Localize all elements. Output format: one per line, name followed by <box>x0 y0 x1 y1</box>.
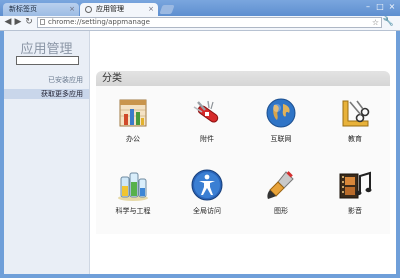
minimize-button[interactable]: – <box>363 2 373 12</box>
reload-button[interactable]: ↻ <box>24 17 34 28</box>
browser-window: 新标签页 × 应用管理 × – □ × ◀ ▶ ↻ chrome://setti… <box>0 0 400 278</box>
maximize-button[interactable]: □ <box>375 2 385 12</box>
main-panel: 分类 办公 附件 互联网 教育 科学与工程 全局访问 图形 影音 <box>90 31 396 274</box>
category-label: 影音 <box>348 207 362 215</box>
category-label: 办公 <box>126 135 140 143</box>
window-bottom-border <box>0 274 400 278</box>
new-tab-button[interactable] <box>159 5 175 14</box>
category-internet[interactable]: 互联网 <box>244 86 318 158</box>
address-bar[interactable]: chrome://setting/appmanage ☆ <box>37 17 382 28</box>
category-label: 全局访问 <box>193 207 221 215</box>
globe-icon <box>266 98 296 128</box>
wrench-menu-icon[interactable]: 🔧 <box>383 17 394 27</box>
paint-brush-icon <box>267 171 294 199</box>
close-window-button[interactable]: × <box>387 2 397 12</box>
category-label: 图形 <box>274 207 288 215</box>
office-chart-icon <box>119 99 147 127</box>
forward-button[interactable]: ▶ <box>13 17 23 28</box>
page-icon <box>40 19 45 25</box>
sidebar: 应用管理 已安装应用 获取更多应用 <box>4 31 90 274</box>
category-education[interactable]: 教育 <box>318 86 392 158</box>
category-label: 教育 <box>348 135 362 143</box>
sidebar-item-installed-apps[interactable]: 已安装应用 <box>4 75 89 85</box>
science-beakers-icon <box>118 172 148 201</box>
section-header: 分类 <box>96 71 390 86</box>
tab-app-manage[interactable]: 应用管理 × <box>80 3 158 16</box>
category-grid: 办公 附件 互联网 教育 科学与工程 全局访问 图形 影音 <box>96 86 390 234</box>
swiss-army-knife-icon <box>193 100 219 123</box>
tab-close-icon[interactable]: × <box>148 3 154 16</box>
browser-toolbar: ◀ ▶ ↻ chrome://setting/appmanage ☆ 🔧 <box>0 16 400 31</box>
page-favicon-icon <box>85 6 92 13</box>
search-input[interactable] <box>16 56 79 65</box>
accessibility-icon <box>191 169 223 201</box>
page-content: 应用管理 已安装应用 获取更多应用 分类 办公 附件 互联网 教育 科学与工程 … <box>4 31 396 274</box>
sidebar-title: 应用管理 <box>20 42 73 57</box>
tab-close-icon[interactable]: × <box>69 3 75 16</box>
category-science-engineering[interactable]: 科学与工程 <box>96 158 170 230</box>
category-label: 科学与工程 <box>115 207 151 215</box>
sidebar-item-get-more-apps[interactable]: 获取更多应用 <box>4 89 89 99</box>
film-music-icon <box>339 171 372 199</box>
category-office[interactable]: 办公 <box>96 86 170 158</box>
tab-label: 新标签页 <box>9 5 37 13</box>
url-text: chrome://setting/appmanage <box>48 18 150 26</box>
tab-new-tab[interactable]: 新标签页 × <box>3 3 79 16</box>
title-bar: 新标签页 × 应用管理 × – □ × <box>0 0 400 16</box>
education-tools-icon <box>342 100 370 127</box>
window-controls: – □ × <box>363 2 397 12</box>
category-accessories[interactable]: 附件 <box>170 86 244 158</box>
tab-label: 应用管理 <box>96 5 124 13</box>
category-graphics[interactable]: 图形 <box>244 158 318 230</box>
bookmark-star-icon[interactable]: ☆ <box>372 18 379 27</box>
back-button[interactable]: ◀ <box>3 17 13 28</box>
category-universal-access[interactable]: 全局访问 <box>170 158 244 230</box>
category-label: 互联网 <box>270 135 292 143</box>
category-label: 附件 <box>200 135 214 143</box>
category-multimedia[interactable]: 影音 <box>318 158 392 230</box>
